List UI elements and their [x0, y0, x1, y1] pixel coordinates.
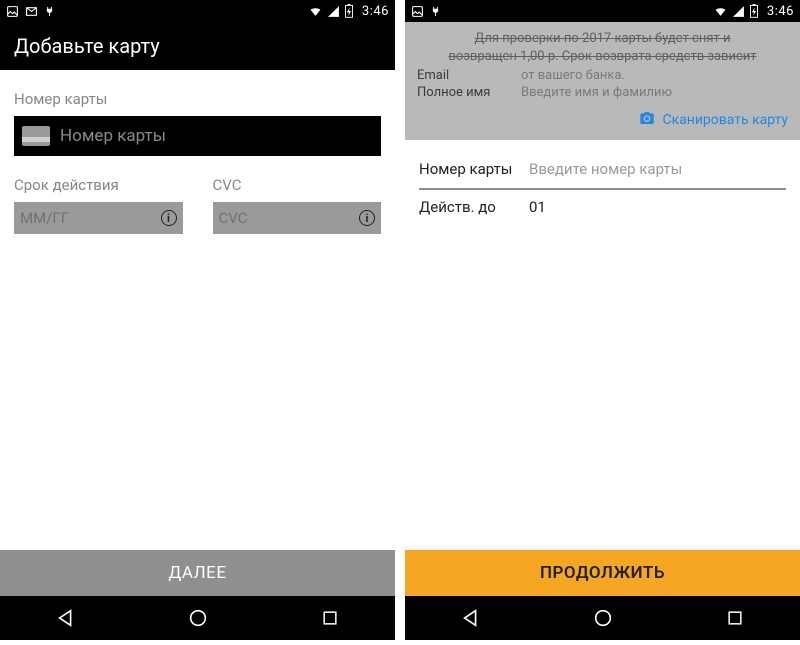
wifi-icon [308, 5, 323, 18]
cvc-input[interactable]: CVC i [213, 202, 382, 234]
card-number-placeholder: Номер карты [60, 126, 166, 146]
info-icon[interactable]: i [359, 210, 375, 226]
status-time: 3:46 [767, 4, 794, 19]
plug-icon [430, 5, 441, 18]
hint-line: возвращен 1,00 р. Срок возврата средств … [417, 48, 788, 66]
cell-signal-icon [327, 5, 340, 18]
nav-home-button[interactable] [187, 607, 209, 629]
screen-continue-card: 3:46 Для проверки по 2017 карты будет сн… [405, 0, 800, 640]
camera-icon [638, 110, 656, 130]
screenshot-pair: 3:46 Добавьте карту Номер карты Номер ка… [0, 0, 800, 645]
content-area: Для проверки по 2017 карты будет снят и … [405, 22, 800, 596]
valid-until-row[interactable]: Действ. до 01 [419, 190, 786, 224]
nav-home-button[interactable] [592, 607, 614, 629]
nav-recent-button[interactable] [725, 608, 745, 628]
email-label: Email [417, 68, 507, 83]
screen-add-card: 3:46 Добавьте карту Номер карты Номер ка… [0, 0, 395, 640]
hint-line: Для проверки по 2017 карты будет снят и [417, 30, 788, 48]
overlay-hint-panel: Для проверки по 2017 карты будет снят и … [405, 22, 800, 140]
valid-until-label: Действ. до [419, 198, 529, 216]
expiry-input[interactable]: ММ/ГГ i [14, 202, 183, 234]
battery-charging-icon [749, 4, 759, 18]
expiry-label: Срок действия [14, 176, 183, 194]
image-icon [6, 5, 19, 18]
cell-signal-icon [732, 5, 745, 18]
fullname-placeholder: Введите имя и фамилию [521, 85, 672, 100]
page-title: Добавьте карту [14, 34, 160, 58]
image-icon [411, 5, 424, 18]
wifi-icon [713, 5, 728, 18]
gmail-icon [25, 5, 38, 18]
card-number-label: Номер карты [14, 90, 381, 108]
status-bar: 3:46 [0, 0, 395, 22]
info-icon[interactable]: i [161, 210, 177, 226]
status-time: 3:46 [362, 4, 389, 19]
nav-back-button[interactable] [460, 607, 482, 629]
hint-line: от вашего банка. [521, 68, 625, 83]
android-nav-bar [0, 596, 395, 640]
card-number-input[interactable]: Номер карты [14, 116, 381, 156]
nav-back-button[interactable] [55, 607, 77, 629]
card-icon [22, 126, 50, 146]
card-number-label: Номер карты [419, 160, 529, 178]
android-nav-bar [405, 596, 800, 640]
card-number-row[interactable]: Номер карты Введите номер карты [419, 152, 786, 186]
plug-icon [44, 5, 55, 18]
next-button[interactable]: ДАЛЕЕ [0, 550, 395, 596]
scan-card-button[interactable]: Сканировать карту [417, 110, 788, 130]
app-bar: Добавьте карту [0, 22, 395, 70]
battery-charging-icon [344, 4, 354, 18]
scan-card-label: Сканировать карту [662, 112, 788, 128]
cvc-label: CVC [213, 176, 382, 194]
cvc-placeholder: CVC [219, 209, 248, 227]
content-area: Номер карты Номер карты Срок действия ММ… [0, 70, 395, 596]
continue-button[interactable]: ПРОДОЛЖИТЬ [405, 550, 800, 596]
status-bar: 3:46 [405, 0, 800, 22]
nav-recent-button[interactable] [320, 608, 340, 628]
card-number-placeholder: Введите номер карты [529, 160, 682, 178]
valid-until-value: 01 [529, 198, 546, 216]
fullname-label: Полное имя [417, 85, 507, 100]
expiry-placeholder: ММ/ГГ [20, 209, 69, 227]
